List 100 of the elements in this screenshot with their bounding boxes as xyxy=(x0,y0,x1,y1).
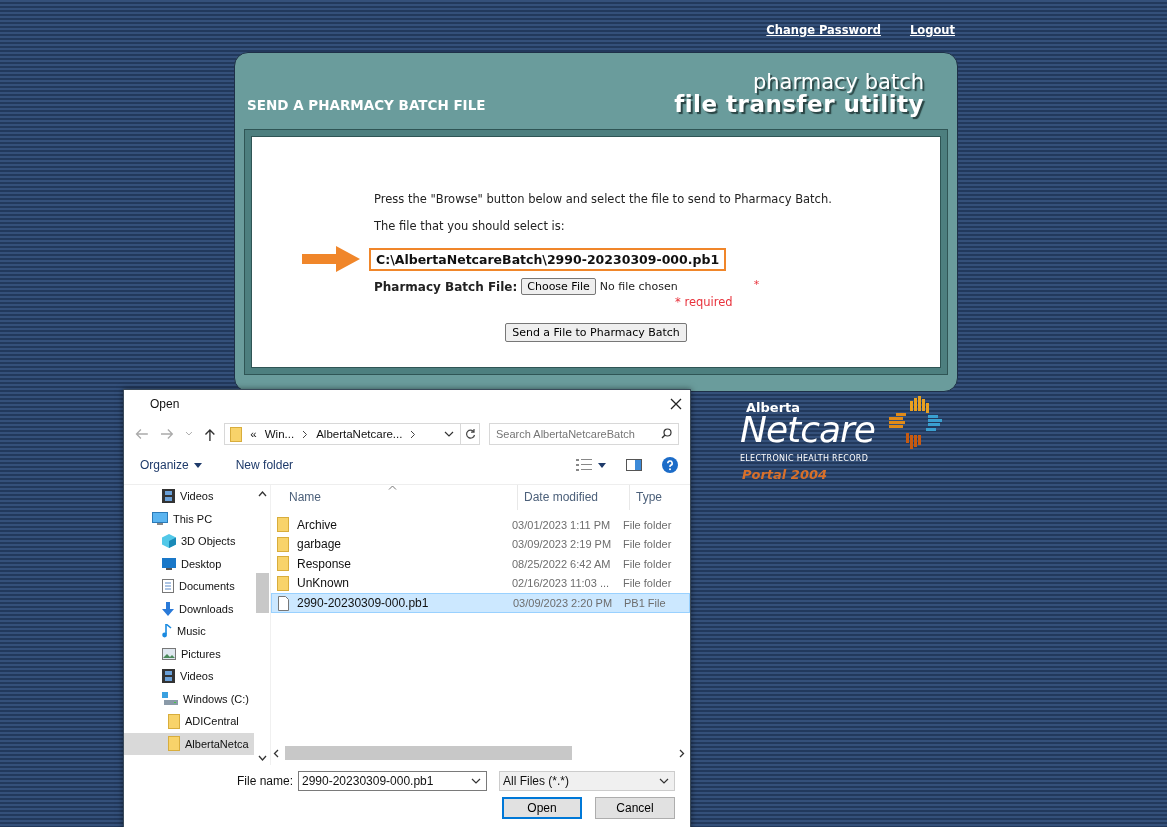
file-type: PB1 File xyxy=(623,597,667,609)
file-name-label: File name: xyxy=(236,774,293,788)
file-date: 03/09/2023 2:19 PM xyxy=(511,538,613,551)
drive-icon xyxy=(162,691,178,706)
nav-item[interactable]: Music xyxy=(132,620,254,643)
file-row[interactable]: Response 08/25/2022 6:42 AM File folder xyxy=(271,554,690,574)
nav-item[interactable]: Desktop xyxy=(132,552,254,575)
folder-icon xyxy=(168,736,180,752)
folder-icon xyxy=(277,536,289,552)
refresh-button[interactable] xyxy=(461,423,480,445)
choose-file-button[interactable]: Choose File xyxy=(521,278,596,295)
up-arrow-icon[interactable] xyxy=(203,427,216,441)
file-type: File folder xyxy=(622,557,673,570)
music-note-icon xyxy=(162,624,172,639)
brand-title: file transfer utility xyxy=(674,93,924,116)
nav-item[interactable]: 3D Objects xyxy=(132,530,254,553)
nav-item[interactable]: ADICentral xyxy=(132,710,254,733)
chevron-down-icon[interactable] xyxy=(444,431,455,437)
file-name-field[interactable]: 2990-20230309-000.pb1 xyxy=(298,771,487,791)
search-field[interactable]: Search AlbertaNetcareBatch xyxy=(489,423,679,445)
chevron-right-icon[interactable] xyxy=(302,429,309,439)
download-arrow-icon xyxy=(162,601,174,616)
file-type-dropdown[interactable]: All Files (*.*) xyxy=(499,771,675,791)
dialog-button[interactable]: Open xyxy=(502,797,582,819)
address-bar[interactable]: « Win... AlbertaNetcare... xyxy=(224,423,462,445)
file-row[interactable]: Archive 03/01/2023 1:11 PM File folder xyxy=(271,515,690,535)
logo-mark-icon xyxy=(888,395,944,451)
brand-subtitle: pharmacy batch xyxy=(752,72,924,93)
scrollbar-thumb[interactable] xyxy=(285,746,572,760)
file-name: garbage xyxy=(297,537,342,552)
document-icon xyxy=(162,579,174,594)
required-mark: * xyxy=(753,278,760,291)
nav-item[interactable]: Pictures xyxy=(132,642,254,665)
folder-icon xyxy=(168,713,180,729)
file-type: File folder xyxy=(622,577,673,590)
nav-item[interactable]: This PC xyxy=(132,507,254,530)
organize-button[interactable]: Organize xyxy=(134,456,208,474)
chevron-down-icon[interactable] xyxy=(257,755,267,761)
desktop-icon xyxy=(162,557,176,570)
file-date: 03/09/2023 2:20 PM xyxy=(512,597,614,609)
nav-item[interactable]: Videos xyxy=(132,665,254,688)
preview-pane-icon[interactable] xyxy=(626,459,642,471)
send-button[interactable]: Send a File to Pharmacy Batch xyxy=(505,323,687,342)
help-icon[interactable] xyxy=(662,457,678,473)
file-row[interactable]: garbage 03/09/2023 2:19 PM File folder xyxy=(271,534,690,554)
file-date: 02/16/2023 11:03 ... xyxy=(511,577,611,590)
file-name: UnKnown xyxy=(297,576,350,591)
picture-icon xyxy=(162,647,176,660)
nav-item[interactable]: Videos xyxy=(132,485,254,508)
chevron-right-icon[interactable] xyxy=(410,429,417,439)
view-list-icon[interactable] xyxy=(576,459,592,471)
required-note: * required xyxy=(675,295,733,309)
file-icon xyxy=(278,595,289,611)
file-type: File folder xyxy=(622,538,673,551)
chevron-left-icon[interactable] xyxy=(273,748,279,758)
path-overflow: « xyxy=(250,428,257,440)
breadcrumb[interactable]: Win... xyxy=(264,428,295,440)
file-date: 08/25/2022 6:42 AM xyxy=(511,557,612,570)
folder-icon xyxy=(277,556,289,572)
caret-icon xyxy=(193,462,202,468)
file-name: Response xyxy=(297,556,352,571)
new-folder-button[interactable]: New folder xyxy=(229,456,300,474)
folder-icon xyxy=(230,426,243,442)
column-header[interactable]: Name xyxy=(289,485,517,510)
file-row[interactable]: UnKnown 02/16/2023 11:03 ... File folder xyxy=(271,573,690,593)
logo-name: Netcare xyxy=(740,412,875,448)
logo-tagline: ELECTRONIC HEALTH RECORD xyxy=(740,454,869,463)
chevron-up-icon[interactable] xyxy=(257,491,267,497)
file-name: Archive xyxy=(297,517,337,532)
folder-icon xyxy=(277,517,289,533)
caret-icon[interactable] xyxy=(598,462,606,468)
nav-item[interactable]: AlbertaNetca xyxy=(124,732,254,755)
dialog-button[interactable]: Cancel xyxy=(595,797,675,819)
breadcrumb[interactable]: AlbertaNetcare... xyxy=(316,428,403,440)
file-type: File folder xyxy=(622,518,673,531)
chevron-down-icon xyxy=(659,778,669,784)
nav-item[interactable]: Documents xyxy=(132,575,254,598)
nav-item[interactable]: Windows (C:) xyxy=(132,687,254,710)
file-path: C:\AlbertaNetcareBatch\2990-20230309-000.pb1 xyxy=(369,247,727,271)
scrollbar-thumb[interactable] xyxy=(255,573,269,613)
header-link[interactable]: Logout xyxy=(909,23,955,45)
page-title: SEND A PHARMACY BATCH FILE xyxy=(247,97,486,115)
logo-edition: Portal 2004 xyxy=(742,467,828,482)
logo-region: Alberta xyxy=(746,400,801,415)
search-icon xyxy=(661,428,672,439)
film-icon xyxy=(162,669,175,684)
file-row[interactable]: 2990-20230309-000.pb1 03/09/2023 2:20 PM PB1 File xyxy=(271,593,690,613)
chevron-down-icon xyxy=(471,778,481,784)
column-header[interactable]: Type xyxy=(629,485,690,510)
column-header[interactable]: Date modified xyxy=(517,485,629,510)
close-icon[interactable] xyxy=(670,398,682,410)
file-status: No file chosen xyxy=(599,280,678,293)
nav-item[interactable]: Downloads xyxy=(132,597,254,620)
folder-icon xyxy=(277,575,289,591)
chevron-right-icon[interactable] xyxy=(679,748,685,758)
instruction-text: Press the "Browse" button below and select the file to send to Pharmacy Batch. xyxy=(374,192,832,206)
file-date: 03/01/2023 1:11 PM xyxy=(511,518,612,531)
monitor-icon xyxy=(152,511,168,526)
header-link[interactable]: Change Password xyxy=(766,23,881,45)
film-icon xyxy=(162,489,175,504)
